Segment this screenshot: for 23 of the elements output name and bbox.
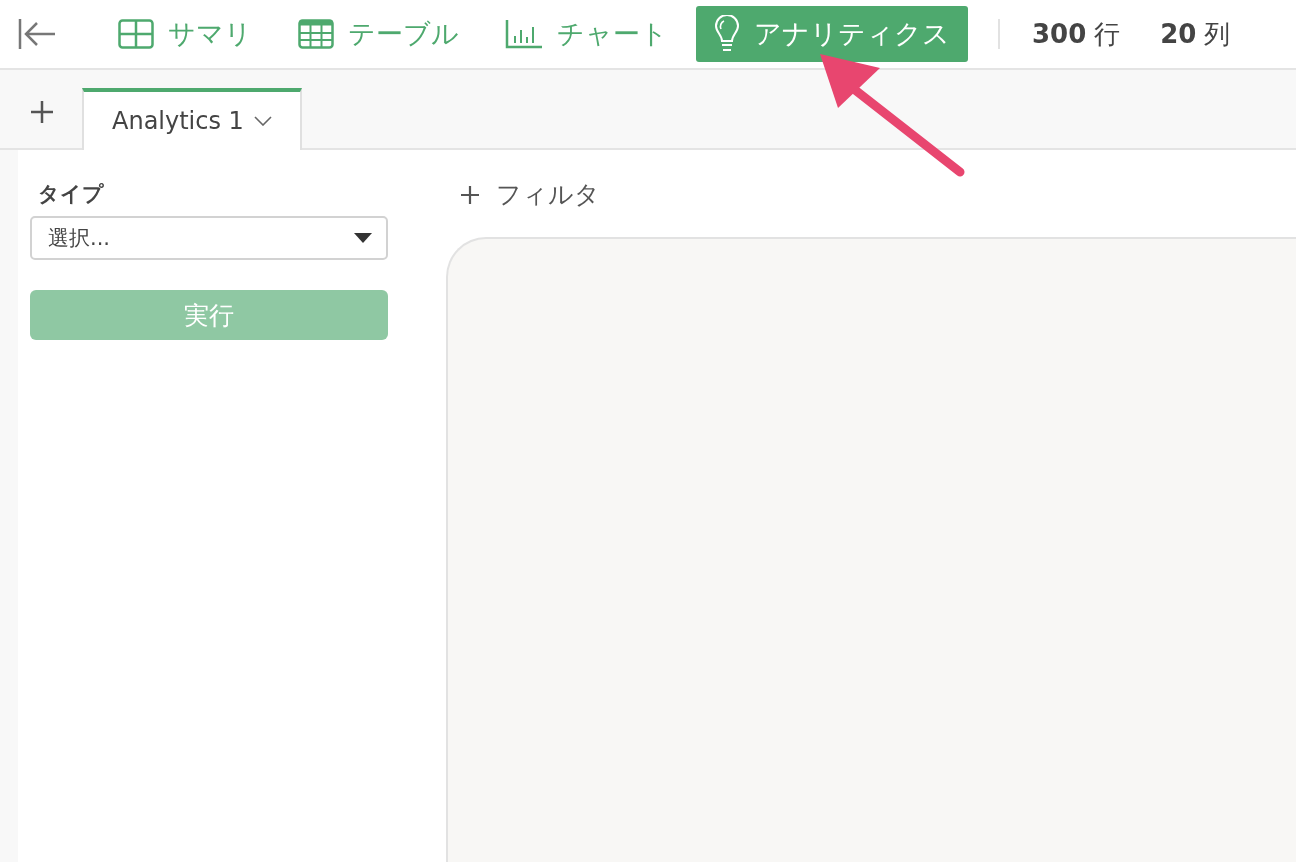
plus-icon: [460, 184, 480, 205]
bar-chart-icon: [505, 19, 543, 49]
column-count: 20: [1160, 18, 1197, 49]
plus-icon: [30, 100, 54, 124]
column-unit: 列: [1204, 17, 1231, 51]
view-tab[interactable]: アナリティクス: [696, 6, 968, 62]
add-filter-button[interactable]: フィルタ: [446, 178, 600, 211]
view-tab[interactable]: サマリ: [100, 6, 270, 62]
add-tab-button[interactable]: [30, 100, 54, 124]
lightbulb-icon: [714, 15, 740, 53]
grid-icon: [118, 19, 154, 49]
analysis-tab[interactable]: Analytics 1: [82, 88, 302, 150]
type-label: タイプ: [38, 181, 105, 208]
view-tab[interactable]: テーブル: [280, 6, 477, 62]
caret-icon: [354, 233, 372, 243]
type-select[interactable]: 選択...: [30, 216, 388, 260]
row-unit: 行: [1094, 17, 1121, 51]
table-icon: [298, 19, 334, 49]
collapse-sidebar-button[interactable]: [18, 18, 56, 50]
row-count: 300: [1032, 18, 1087, 49]
collapse-icon: [18, 18, 56, 50]
view-tab[interactable]: チャート: [487, 6, 686, 62]
chevron-down-icon: [253, 116, 272, 126]
